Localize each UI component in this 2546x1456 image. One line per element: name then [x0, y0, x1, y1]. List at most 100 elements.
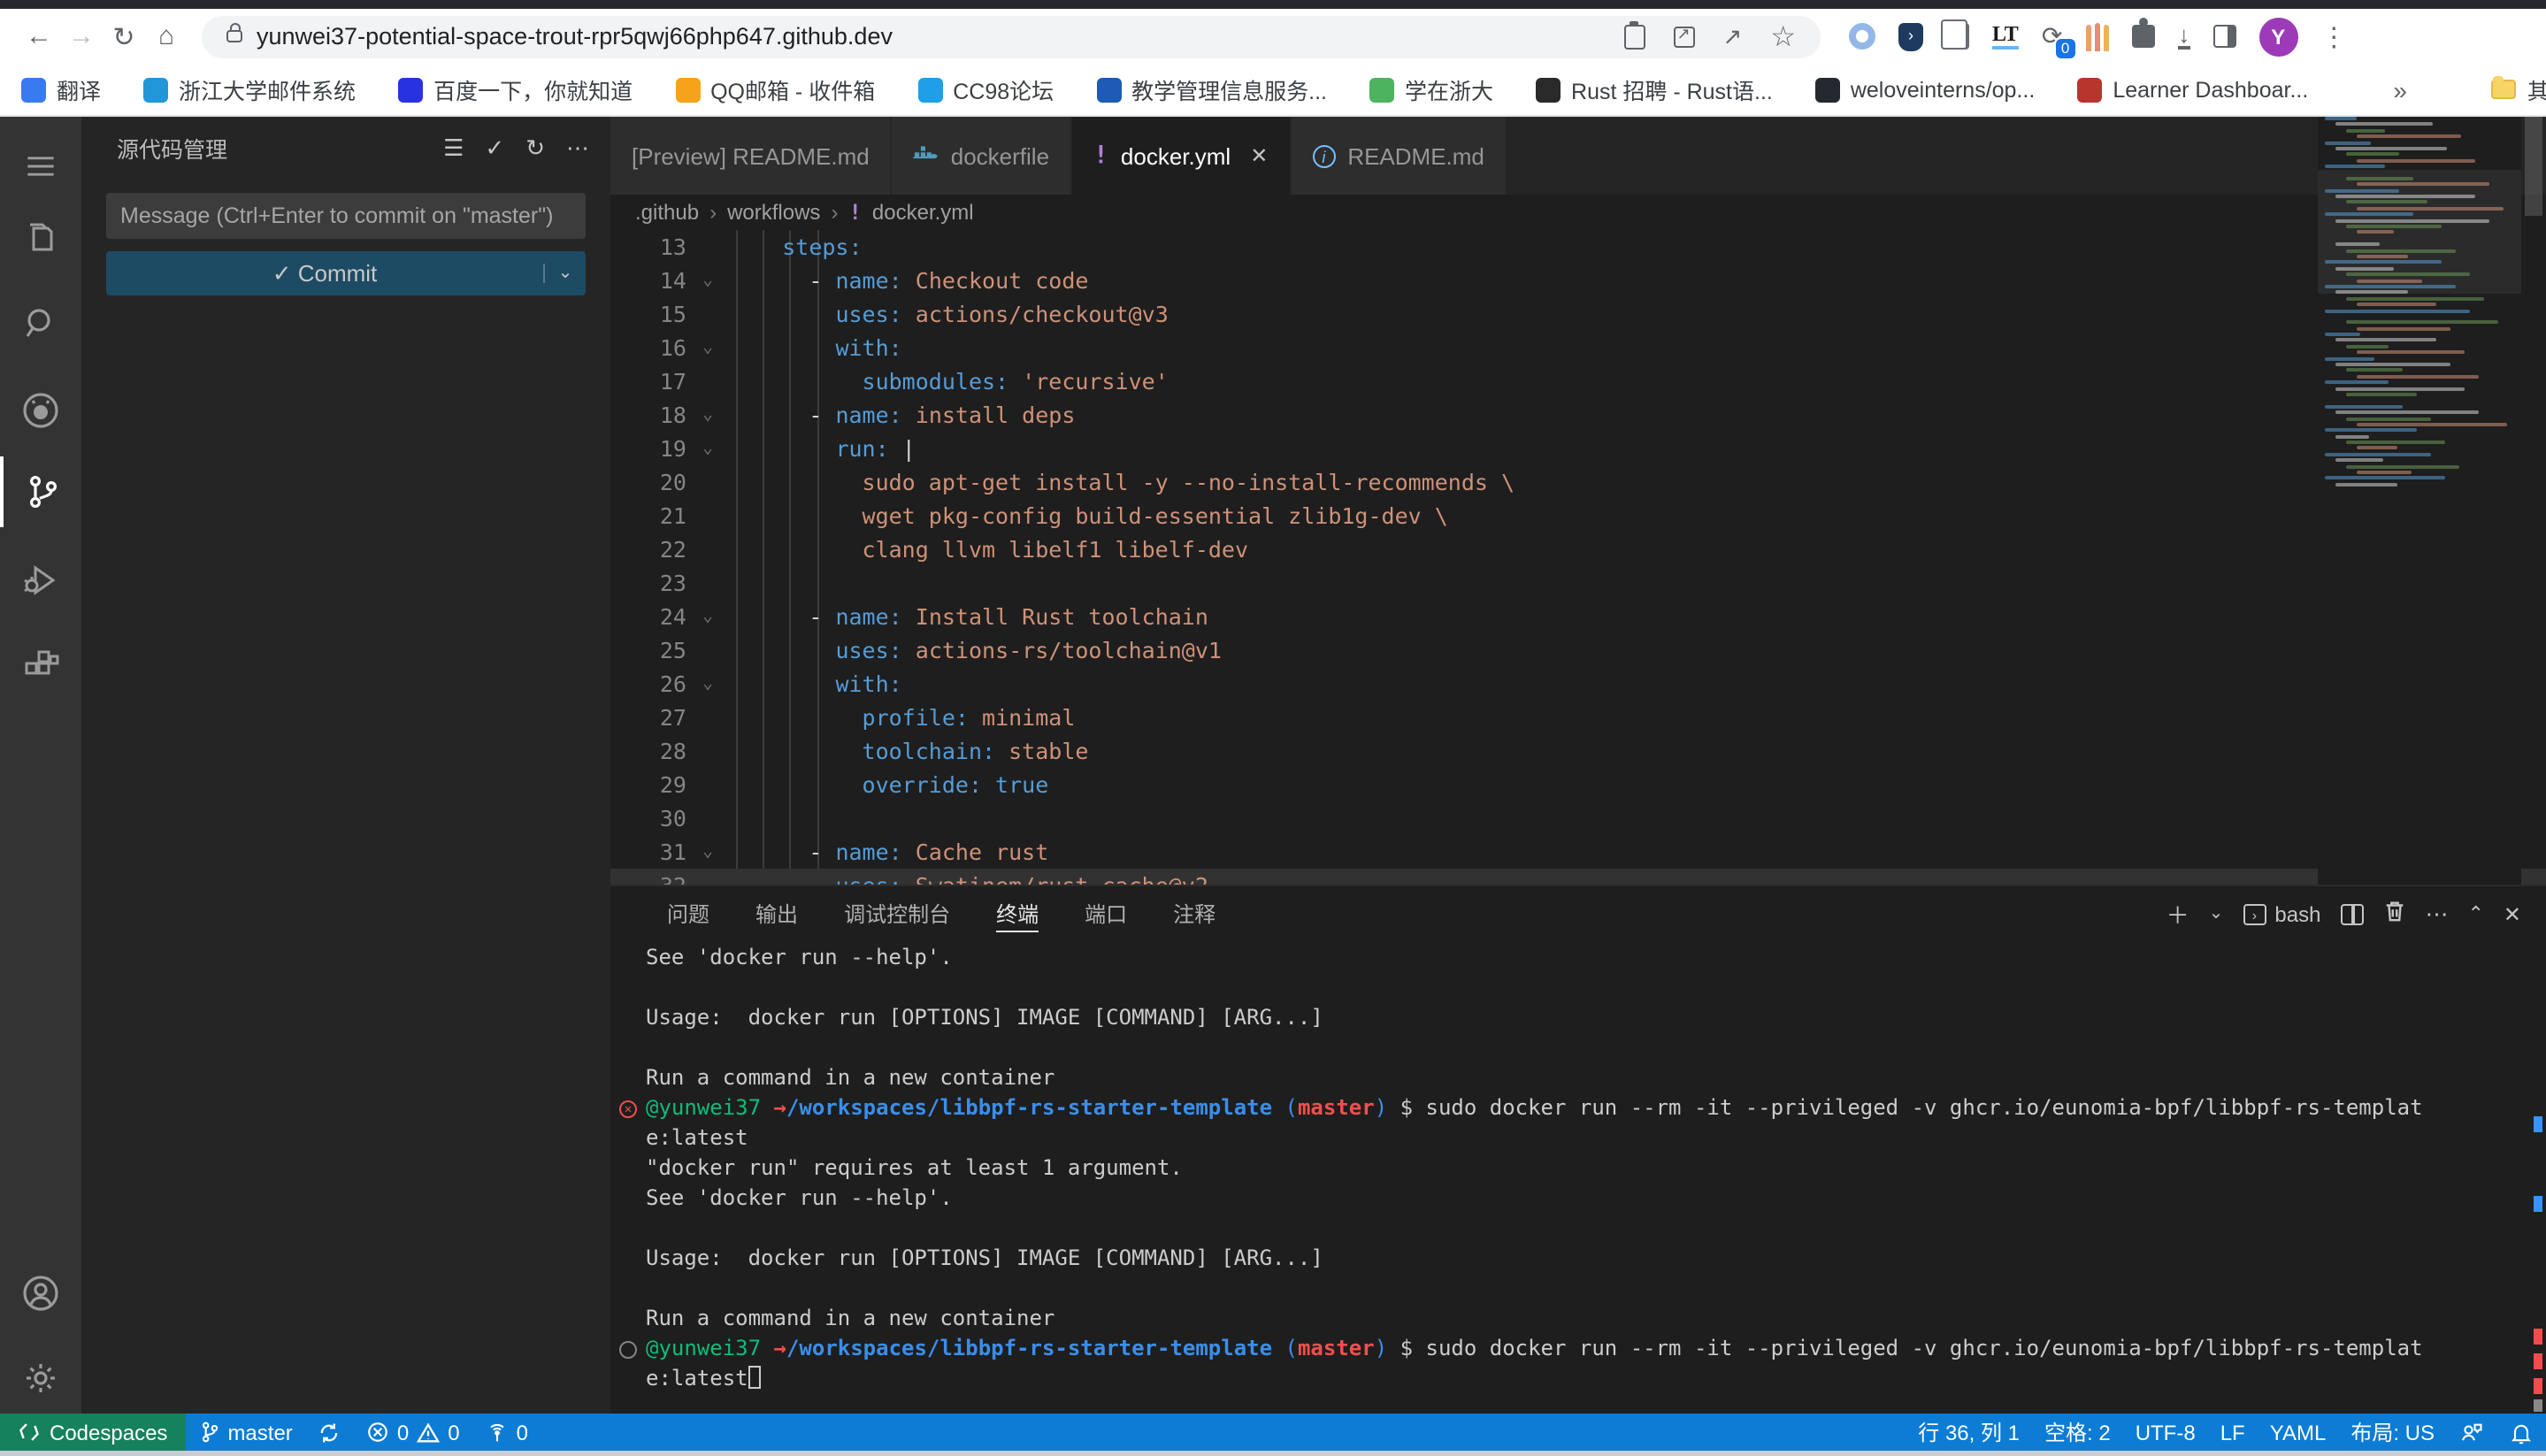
downloads-icon[interactable]: ↓ [2178, 24, 2189, 49]
bookmark-item[interactable]: Learner Dashboar... [2077, 77, 2308, 102]
remote-indicator[interactable]: Codespaces [0, 1414, 185, 1451]
fold-chevron-icon[interactable]: ⌄ [686, 835, 729, 869]
ports-indicator[interactable]: 0 [472, 1414, 541, 1451]
back-icon[interactable]: ← [18, 21, 60, 51]
code-line[interactable]: 15 uses: actions/checkout@v3 [610, 297, 2546, 331]
commit-button[interactable]: ✓ Commit ⌄ [106, 251, 586, 295]
branch-indicator[interactable]: master [185, 1414, 304, 1451]
new-terminal-icon[interactable]: ＋ [2166, 897, 2189, 931]
fold-chevron-icon[interactable]: ⌄ [686, 667, 729, 701]
code-line[interactable]: 30 [610, 801, 2546, 835]
encoding-indicator[interactable]: UTF-8 [2123, 1414, 2208, 1451]
commit-message-input[interactable]: Message (Ctrl+Enter to commit on "master… [106, 193, 586, 239]
forward-icon[interactable]: → [60, 21, 103, 51]
maximize-panel-icon[interactable]: ⌃ [2467, 902, 2483, 925]
bookmark-item[interactable]: 浙江大学邮件系统 [143, 73, 356, 106]
ext-ring-icon[interactable] [1849, 23, 1875, 50]
eol-indicator[interactable]: LF [2208, 1414, 2258, 1451]
code-line[interactable]: 31⌄ - name: Cache rust [610, 835, 2546, 869]
bookmark-item[interactable]: Rust 招聘 - Rust语... [1536, 73, 1773, 106]
open-in-new-icon[interactable] [1674, 26, 1695, 47]
language-indicator[interactable]: YAML [2258, 1414, 2339, 1451]
code-line[interactable]: 19⌄ run: | [610, 432, 2546, 465]
more-actions-icon[interactable]: ⋯ [566, 134, 589, 162]
tab-readme-md[interactable]: iREADME.md [1291, 117, 1507, 195]
ext-sync-icon[interactable]: ⟳0 [2042, 21, 2062, 51]
commit-dropdown-chevron[interactable]: ⌄ [543, 264, 586, 283]
fold-chevron-icon[interactable]: ⌄ [686, 398, 729, 432]
panel-tab[interactable]: 输出 [755, 886, 798, 941]
minimap[interactable] [2318, 117, 2521, 885]
fold-chevron-icon[interactable]: ⌄ [686, 432, 729, 465]
breadcrumb[interactable]: .github›workflows›!docker.yml [610, 195, 2546, 230]
panel-tab[interactable]: 注释 [1173, 886, 1215, 941]
code-line[interactable]: 24⌄ - name: Install Rust toolchain [610, 600, 2546, 633]
bookmark-item[interactable]: weloveinterns/op... [1815, 77, 2035, 102]
share-icon[interactable]: ↗ [1723, 22, 1743, 50]
ext-languagetool-icon[interactable]: LT [1992, 23, 2019, 50]
browser-menu-icon[interactable]: ⋮ [2320, 20, 2347, 52]
sync-changes-icon[interactable] [305, 1414, 355, 1451]
sidebar-toggle-icon[interactable] [2212, 25, 2235, 48]
url-text[interactable]: yunwei37-potential-space-trout-rpr5qwj66… [257, 23, 1624, 50]
extensions-puzzle-icon[interactable] [2132, 25, 2155, 48]
tab--preview-readme-md[interactable]: [Preview] README.md [610, 117, 893, 195]
code-line[interactable]: 13 steps: [610, 230, 2546, 264]
feedback-icon[interactable] [2447, 1414, 2496, 1451]
run-debug-icon[interactable] [0, 545, 81, 616]
lock-icon[interactable] [226, 30, 242, 42]
code-line[interactable]: 25 uses: actions-rs/toolchain@v1 [610, 633, 2546, 667]
explorer-icon[interactable] [0, 203, 81, 274]
refresh-icon[interactable]: ↻ [103, 20, 145, 52]
code-line[interactable]: 20 sudo apt-get install -y --no-install-… [610, 465, 2546, 499]
close-tab-icon[interactable]: ✕ [1250, 143, 1268, 168]
address-bar[interactable]: yunwei37-potential-space-trout-rpr5qwj66… [202, 15, 1821, 57]
tab-docker-yml[interactable]: !docker.yml✕ [1072, 117, 1291, 195]
panel-tab[interactable]: 问题 [667, 886, 709, 941]
bookmark-item[interactable]: 百度一下，你就知道 [398, 73, 633, 106]
code-line[interactable]: 29 override: true [610, 768, 2546, 801]
view-as-list-icon[interactable]: ☰ [443, 134, 464, 162]
extensions-icon[interactable] [0, 630, 81, 701]
terminal-instance-item[interactable]: › bash [2243, 901, 2320, 926]
bookmark-item[interactable]: 学在浙大 [1369, 73, 1493, 106]
ext-shield-icon[interactable]: › [1898, 22, 1923, 50]
refresh-repo-icon[interactable]: ↻ [525, 134, 545, 162]
panel-more-icon[interactable]: ⋯ [2425, 900, 2448, 928]
bookmark-item[interactable]: 教学管理信息服务... [1096, 73, 1327, 106]
bookmark-item[interactable]: CC98论坛 [917, 73, 1054, 106]
command-running-icon[interactable] [619, 1340, 637, 1358]
close-panel-icon[interactable]: ✕ [2504, 901, 2521, 926]
bookmark-item[interactable]: 翻译 [21, 73, 101, 106]
code-line[interactable]: 23 [610, 566, 2546, 600]
breadcrumb-item[interactable]: workflows [727, 200, 820, 225]
panel-tab[interactable]: 终端 [996, 886, 1039, 941]
ext-crayons-icon[interactable] [2085, 22, 2109, 50]
panel-tab[interactable]: 端口 [1085, 886, 1127, 941]
commit-check-icon[interactable]: ✓ [485, 134, 504, 162]
bookmark-star-icon[interactable]: ☆ [1770, 19, 1796, 54]
profile-avatar[interactable]: Y [2258, 17, 2297, 56]
editor-scrollbar[interactable] [2521, 117, 2546, 885]
github-icon[interactable] [0, 375, 81, 446]
code-line[interactable]: 14⌄ - name: Checkout code [610, 264, 2546, 297]
code-line[interactable]: 22 clang llvm libelf1 libelf-dev [610, 533, 2546, 566]
settings-gear-icon[interactable] [0, 1343, 81, 1414]
problems-indicator[interactable]: 0 0 [355, 1414, 472, 1451]
split-terminal-icon[interactable] [2340, 903, 2363, 924]
code-line[interactable]: 17 submodules: 'recursive' [610, 364, 2546, 398]
code-line[interactable]: 18⌄ - name: install deps [610, 398, 2546, 432]
code-line[interactable]: 28 toolchain: stable [610, 734, 2546, 768]
ext-pages-icon[interactable] [1946, 23, 1969, 50]
command-failed-icon[interactable]: ✕ [619, 1100, 637, 1117]
code-line[interactable]: 27 profile: minimal [610, 701, 2546, 734]
clipboard-icon[interactable] [1624, 24, 1645, 49]
terminal-profile-chevron[interactable]: ⌄ [2209, 904, 2224, 923]
code-editor[interactable]: 13 steps:14⌄ - name: Checkout code15 use… [610, 230, 2546, 885]
bookmark-item[interactable]: QQ邮箱 - 收件箱 [675, 73, 875, 106]
indent-indicator[interactable]: 空格: 2 [2032, 1414, 2123, 1451]
code-line[interactable]: 26⌄ with: [610, 667, 2546, 701]
other-bookmarks[interactable]: 其他书签 [2492, 73, 2546, 106]
breadcrumb-item[interactable]: .github [635, 200, 699, 225]
accounts-icon[interactable] [0, 1258, 81, 1329]
